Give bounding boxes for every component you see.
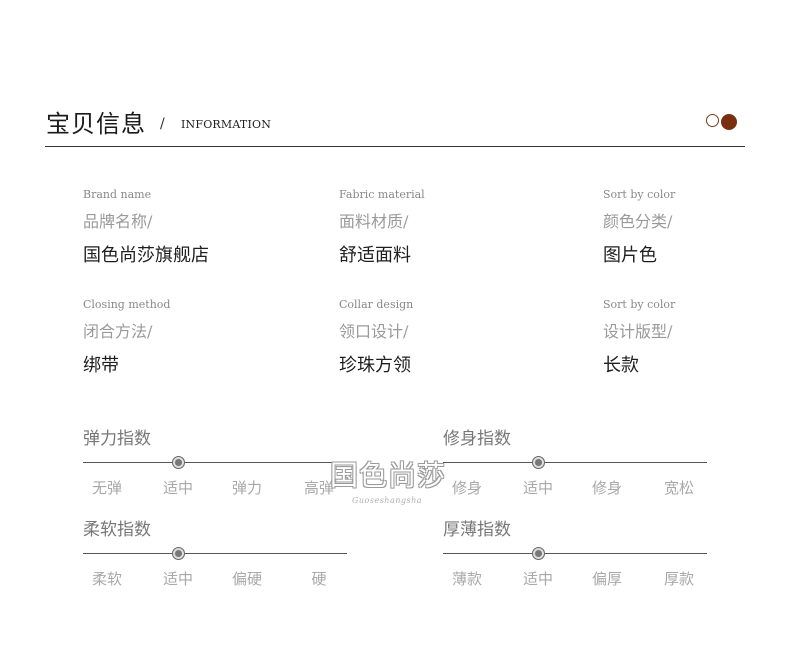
index-option: 柔软: [91, 570, 123, 588]
index-option: 薄款: [451, 570, 483, 588]
info-label-en: Sort by color: [603, 188, 676, 201]
index-option: 弹力: [231, 479, 263, 497]
info-label-en: Collar design: [339, 298, 414, 311]
slim-fit-index: 修身指数 修身 适中 修身 宽松: [443, 424, 707, 499]
watermark-text: 国色尚莎: [330, 459, 447, 492]
index-options: 薄款 适中 偏厚 厚款: [443, 568, 707, 590]
index-option: 修身: [591, 479, 623, 497]
index-knob: [533, 457, 544, 468]
info-label-zh: 闭合方法/: [83, 322, 153, 341]
index-option: 适中: [162, 479, 194, 497]
info-color-category: Sort by color 颜色分类/ 图片色: [603, 188, 675, 267]
info-value: 珍珠方领: [339, 355, 411, 376]
info-label-en: Brand name: [83, 188, 152, 201]
index-line: [83, 462, 347, 463]
brand-watermark: 国色尚莎 Guoseshangsha: [330, 452, 460, 512]
index-title: 弹力指数: [83, 429, 151, 449]
index-knob: [533, 548, 544, 559]
outline-circle-icon: [706, 114, 719, 127]
index-title: 厚薄指数: [443, 520, 511, 540]
info-closing-method: Closing method 闭合方法/ 绑带: [83, 298, 170, 377]
info-label-zh: 面料材质/: [339, 212, 409, 231]
page-subtitle: INFORMATION: [181, 118, 272, 131]
info-value: 绑带: [83, 355, 119, 376]
index-line: [443, 553, 707, 554]
watermark-subtext: Guoseshangsha: [352, 496, 423, 505]
index-knob: [173, 548, 184, 559]
info-collar-design: Collar design 领口设计/ 珍珠方领: [339, 298, 413, 377]
index-track: [83, 455, 347, 471]
info-label-en: Fabric material: [339, 188, 425, 201]
index-track: [443, 546, 707, 562]
index-option: 硬: [311, 570, 327, 588]
info-value: 长款: [603, 355, 639, 376]
info-fabric-material: Fabric material 面料材质/ 舒适面料: [339, 188, 425, 267]
info-value: 图片色: [603, 245, 657, 266]
elasticity-index: 弹力指数 无弹 适中 弹力 高弹: [83, 424, 347, 499]
title-separator: /: [160, 116, 165, 132]
info-label-zh: 领口设计/: [339, 322, 409, 341]
index-option: 宽松: [663, 479, 695, 497]
info-design-fit: Sort by color 设计版型/ 长款: [603, 298, 675, 377]
thickness-index: 厚薄指数 薄款 适中 偏厚 厚款: [443, 515, 707, 590]
info-label-en: Sort by color: [603, 298, 676, 311]
index-option: 厚款: [663, 570, 695, 588]
index-options: 修身 适中 修身 宽松: [443, 477, 707, 499]
index-knob: [173, 457, 184, 468]
index-option: 偏厚: [591, 570, 623, 588]
info-brand-name: Brand name 品牌名称/ 国色尚莎旗舰店: [83, 188, 209, 267]
index-option: 无弹: [91, 479, 123, 497]
index-track: [443, 455, 707, 471]
index-options: 柔软 适中 偏硬 硬: [83, 568, 347, 590]
index-options: 无弹 适中 弹力 高弹: [83, 477, 347, 499]
index-title: 柔软指数: [83, 520, 151, 540]
index-title: 修身指数: [443, 429, 511, 449]
info-label-zh: 颜色分类/: [603, 212, 673, 231]
info-label-en: Closing method: [83, 298, 171, 311]
index-option: 适中: [162, 570, 194, 588]
softness-index: 柔软指数 柔软 适中 偏硬 硬: [83, 515, 347, 590]
info-label-zh: 设计版型/: [603, 322, 673, 341]
index-option: 偏硬: [231, 570, 263, 588]
index-option: 适中: [522, 570, 554, 588]
info-label-zh: 品牌名称/: [83, 212, 153, 231]
filled-circle-icon: [721, 114, 737, 130]
page-title: 宝贝信息: [46, 110, 146, 138]
info-value: 国色尚莎旗舰店: [83, 245, 209, 266]
info-value: 舒适面料: [339, 245, 411, 266]
index-line: [443, 462, 707, 463]
header-divider: [45, 146, 745, 147]
index-line: [83, 553, 347, 554]
index-track: [83, 546, 347, 562]
index-option: 适中: [522, 479, 554, 497]
